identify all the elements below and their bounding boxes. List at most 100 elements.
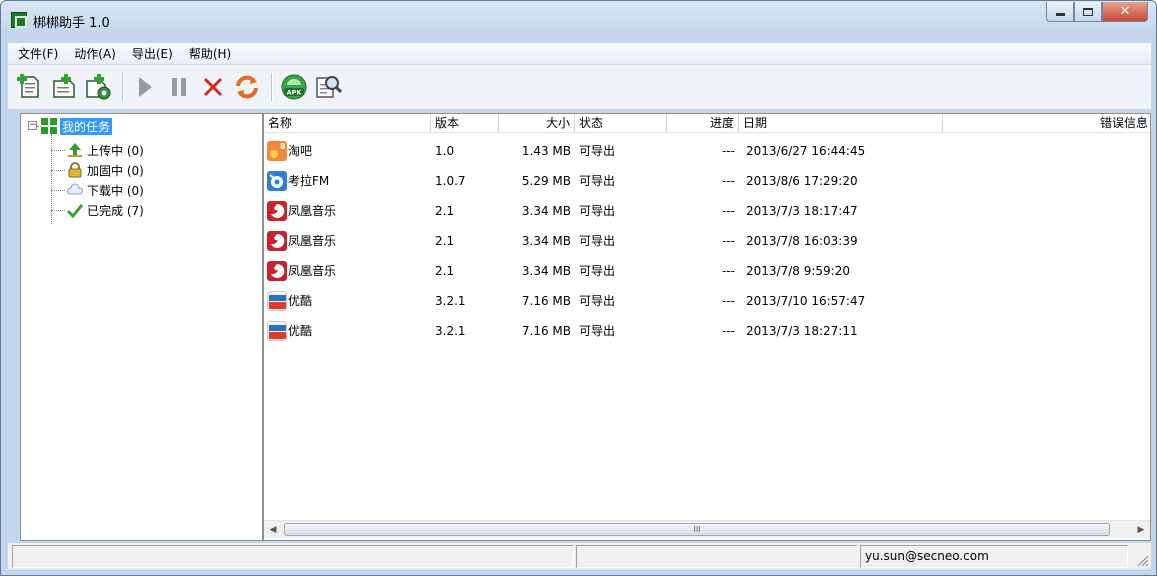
youku-app-icon	[267, 321, 287, 341]
resize-grip-icon[interactable]	[1135, 553, 1149, 567]
pause-button[interactable]	[163, 71, 195, 103]
app-version: 1.0	[435, 144, 455, 158]
refresh-button[interactable]	[231, 71, 263, 103]
app-date: 2013/7/3 18:27:11	[746, 324, 858, 338]
table-row[interactable]: 优酷 3.2.1 7.16 MB 可导出 --- 2013/7/10 16:57…	[264, 289, 1150, 313]
tree-root-my-tasks[interactable]: 我的任务	[41, 117, 113, 135]
start-button[interactable]	[129, 71, 161, 103]
app-status: 可导出	[579, 204, 616, 218]
app-size: 1.43 MB	[521, 144, 571, 158]
app-progress: ---	[722, 204, 735, 218]
app-size: 7.16 MB	[521, 294, 571, 308]
tree-item-label: 上传中 (0)	[87, 143, 144, 158]
app-status: 可导出	[579, 234, 616, 248]
play-icon	[139, 77, 152, 97]
add-task-button[interactable]	[14, 71, 46, 103]
column-header-date[interactable]: 日期	[739, 114, 943, 132]
refresh-icon	[236, 75, 258, 99]
tree-root-label: 我的任务	[60, 117, 113, 135]
app-name: 优酷	[288, 294, 313, 308]
app-progress: ---	[722, 234, 735, 248]
upload-icon	[68, 143, 82, 157]
table-row[interactable]: 凤凰音乐 2.1 3.34 MB 可导出 --- 2013/7/8 16:03:…	[264, 229, 1150, 253]
app-name: 淘吧	[288, 144, 313, 158]
horizontal-scrollbar[interactable]: ◀ III ▶	[264, 520, 1150, 538]
status-bar: yu.sun@secneo.com	[8, 543, 1151, 569]
app-date: 2013/7/8 9:59:20	[746, 264, 850, 278]
close-button[interactable]: ✕	[1102, 2, 1148, 22]
tree-connector	[51, 150, 65, 151]
app-size: 3.34 MB	[521, 234, 571, 248]
tree-connector	[51, 170, 65, 171]
add-file-button[interactable]	[48, 71, 80, 103]
svg-text:APK: APK	[287, 89, 303, 97]
menu-bar: 文件(F) 动作(A) 导出(E) 帮助(H)	[8, 43, 1151, 65]
svg-text:8: 8	[280, 142, 286, 151]
table-row[interactable]: 考拉FM 1.0.7 5.29 MB 可导出 --- 2013/8/6 17:2…	[264, 169, 1150, 193]
app-date: 2013/6/27 16:44:45	[746, 144, 866, 158]
add-folder-icon	[86, 74, 111, 100]
apk-button[interactable]: APK	[278, 71, 310, 103]
scroll-right-icon[interactable]: ▶	[1132, 521, 1150, 539]
title-bar[interactable]: 梆梆助手 1.0 ✕	[1, 1, 1156, 37]
tree-item-uploading[interactable]: 上传中 (0)	[67, 141, 144, 159]
tree-collapse-toggle[interactable]: −	[28, 121, 37, 130]
tree-item-hardening[interactable]: 加固中 (0)	[67, 161, 144, 179]
tree-connector	[51, 210, 65, 211]
phoenix-music-app-icon	[267, 201, 287, 221]
task-list-panel: 名称 版本 大小 状态 进度 日期 错误信息 8 淘吧 1.0 1.43 MB …	[263, 113, 1151, 541]
minimize-button[interactable]	[1046, 2, 1074, 22]
checkmark-icon	[67, 204, 83, 218]
window-controls: ✕	[1046, 2, 1148, 24]
tree-item-downloading[interactable]: 下载中 (0)	[67, 181, 144, 199]
app-size: 5.29 MB	[521, 174, 571, 188]
table-row[interactable]: 凤凰音乐 2.1 3.34 MB 可导出 --- 2013/7/8 9:59:2…	[264, 259, 1150, 283]
app-name: 凤凰音乐	[288, 264, 337, 278]
window-title: 梆梆助手 1.0	[33, 16, 110, 31]
app-progress: ---	[722, 294, 735, 308]
inspect-button[interactable]	[312, 71, 344, 103]
column-header-status[interactable]: 状态	[575, 114, 667, 132]
maximize-button[interactable]	[1074, 2, 1102, 22]
pause-icon	[172, 78, 186, 96]
app-version: 1.0.7	[435, 174, 466, 188]
app-status: 可导出	[579, 324, 616, 338]
tree-item-label: 已完成 (7)	[87, 203, 144, 218]
menu-file[interactable]: 文件(F)	[12, 43, 64, 65]
column-header-error[interactable]: 错误信息	[943, 114, 1150, 132]
menu-help[interactable]: 帮助(H)	[183, 43, 237, 65]
column-header-name[interactable]: 名称	[264, 114, 431, 132]
scroll-thumb[interactable]: III	[284, 523, 1110, 536]
app-name: 凤凰音乐	[288, 234, 337, 248]
tree-item-completed[interactable]: 已完成 (7)	[67, 201, 144, 219]
table-row[interactable]: 8 淘吧 1.0 1.43 MB 可导出 --- 2013/6/27 16:44…	[264, 139, 1150, 163]
app-progress: ---	[722, 324, 735, 338]
menu-action[interactable]: 动作(A)	[68, 43, 122, 65]
tree-item-label: 下载中 (0)	[87, 183, 144, 198]
header-divider	[264, 132, 1150, 133]
app-size: 3.34 MB	[521, 264, 571, 278]
column-header-progress[interactable]: 进度	[667, 114, 739, 132]
app-date: 2013/8/6 17:29:20	[746, 174, 858, 188]
menu-export[interactable]: 导出(E)	[126, 43, 179, 65]
search-document-icon	[316, 76, 342, 98]
app-date: 2013/7/3 18:17:47	[746, 204, 858, 218]
delete-button[interactable]	[197, 71, 229, 103]
add-folder-button[interactable]	[82, 71, 114, 103]
phoenix-music-app-icon	[267, 261, 287, 281]
table-row[interactable]: 凤凰音乐 2.1 3.34 MB 可导出 --- 2013/7/3 18:17:…	[264, 199, 1150, 223]
app-logo-icon	[11, 12, 27, 28]
app-version: 2.1	[435, 264, 455, 278]
column-header-version[interactable]: 版本	[431, 114, 499, 132]
toolbar-separator	[271, 73, 272, 101]
app-status: 可导出	[579, 294, 616, 308]
task-grid-icon	[41, 118, 57, 134]
column-header-size[interactable]: 大小	[499, 114, 575, 132]
table-row[interactable]: 优酷 3.2.1 7.16 MB 可导出 --- 2013/7/3 18:27:…	[264, 319, 1150, 343]
scroll-left-icon[interactable]: ◀	[264, 521, 282, 539]
lock-icon	[68, 162, 82, 178]
cloud-download-icon	[67, 183, 83, 195]
apk-icon: APK	[281, 74, 307, 100]
task-tree-panel: − 我的任务 上传中 (0) 加固中 (0) 下载中 (0) 已完成 (7)	[20, 113, 263, 541]
youku-app-icon	[267, 291, 287, 311]
